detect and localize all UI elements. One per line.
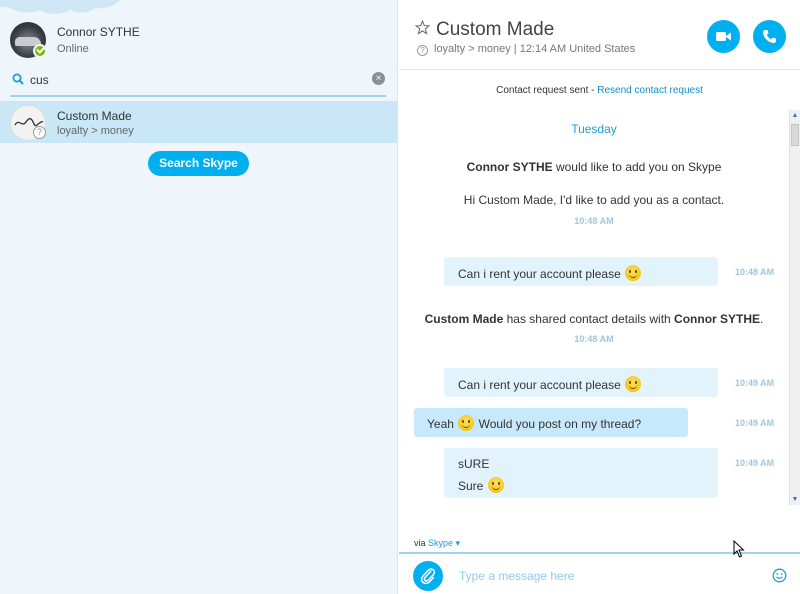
- timestamp: 10:49 AM: [735, 418, 775, 428]
- video-camera-icon: [716, 32, 731, 41]
- paperclip-icon: [420, 568, 436, 585]
- message-input[interactable]: [459, 566, 759, 586]
- search-skype-button[interactable]: Search Skype: [148, 151, 249, 176]
- search-bar: ×: [10, 68, 386, 97]
- conversation-title: Custom Made: [436, 19, 555, 40]
- contact-request-status: Contact request sent - Resend contact re…: [399, 85, 800, 96]
- timestamp: 10:48 AM: [574, 334, 614, 344]
- system-message: Connor SYTHE would like to add you on Sk…: [399, 160, 789, 174]
- search-input[interactable]: [30, 70, 360, 90]
- profile-status: Online: [57, 43, 89, 55]
- attach-button[interactable]: [413, 561, 443, 591]
- contacts-panel: Connor SYTHE Online × ? Custom Made loya…: [0, 0, 398, 594]
- via-selector[interactable]: via Skype ▾: [414, 538, 460, 549]
- conversation-panel: Custom Made ? loyalty > money | 12:14 AM …: [399, 0, 800, 594]
- resend-contact-request-link[interactable]: Resend contact request: [597, 85, 703, 96]
- message-history: Tuesday Connor SYTHE would like to add y…: [399, 110, 789, 530]
- system-text: has shared contact details with: [503, 312, 675, 326]
- message-scrollbar[interactable]: ▲ ▼: [789, 110, 800, 505]
- header-divider: [399, 69, 800, 70]
- contact-mood: loyalty > money: [57, 125, 134, 137]
- conversation-mood: loyalty > money | 12:14 AM United States: [434, 43, 636, 55]
- contact-name: Custom Made: [57, 109, 132, 123]
- audio-call-button[interactable]: [753, 20, 786, 53]
- message-text: Can i rent your account please: [458, 267, 625, 281]
- sender-name: Connor SYTHE: [466, 160, 553, 174]
- cloud-decoration: [0, 0, 120, 14]
- contact-list-item[interactable]: ? Custom Made loyalty > money: [0, 101, 398, 143]
- scroll-down-icon[interactable]: ▼: [790, 494, 800, 505]
- system-text-end: .: [760, 312, 764, 326]
- message-text: sURE: [458, 457, 490, 471]
- message-bubble[interactable]: sURE Sure: [444, 448, 718, 498]
- question-icon: ?: [417, 45, 428, 56]
- scroll-up-icon[interactable]: ▲: [790, 110, 800, 121]
- via-label: via: [414, 538, 429, 548]
- system-text: would like to add you on Skype: [552, 160, 722, 174]
- system-note: Hi Custom Made, I'd like to add you as a…: [463, 193, 725, 207]
- clear-search-icon[interactable]: ×: [372, 72, 385, 85]
- search-icon: [12, 73, 24, 85]
- message-bubble[interactable]: Can i rent your account please: [444, 368, 718, 397]
- video-call-button[interactable]: [707, 20, 740, 53]
- message-text: Sure: [458, 479, 487, 493]
- timestamp: 10:48 AM: [735, 267, 775, 277]
- sender-name: Custom Made: [424, 312, 504, 326]
- my-profile[interactable]: Connor SYTHE Online: [10, 22, 380, 62]
- smile-emoji-icon: [487, 477, 504, 493]
- timestamp: 10:48 AM: [574, 216, 614, 226]
- star-icon[interactable]: [415, 20, 430, 35]
- message-text: Would you post on my thread?: [475, 417, 642, 431]
- timestamp: 10:49 AM: [735, 458, 775, 468]
- phone-icon: [763, 30, 776, 43]
- via-app[interactable]: Skype ▾: [428, 538, 460, 548]
- scrollbar-thumb[interactable]: [791, 124, 799, 146]
- timestamp: 10:49 AM: [735, 378, 775, 388]
- system-message: Custom Made has shared contact details w…: [399, 312, 789, 326]
- smile-emoji-icon: [625, 376, 642, 392]
- conversation-subtitle: ? loyalty > money | 12:14 AM United State…: [417, 43, 635, 56]
- day-separator: Tuesday: [571, 122, 617, 136]
- online-status-icon: [33, 44, 47, 58]
- smile-emoji-icon: [458, 415, 475, 431]
- message-text: Yeah: [427, 417, 458, 431]
- contact-request-text: Contact request sent -: [496, 85, 598, 96]
- message-text: Can i rent your account please: [458, 378, 625, 392]
- message-bubble[interactable]: Yeah Would you post on my thread?: [414, 408, 688, 437]
- profile-name: Connor SYTHE: [57, 25, 140, 39]
- emoticon-icon[interactable]: [772, 568, 787, 583]
- mouse-cursor-icon: [733, 540, 745, 558]
- message-bubble[interactable]: Can i rent your account please: [444, 257, 718, 286]
- smile-emoji-icon: [625, 265, 642, 281]
- recipient-name: Connor SYTHE: [674, 312, 761, 326]
- pending-status-icon: ?: [33, 126, 46, 139]
